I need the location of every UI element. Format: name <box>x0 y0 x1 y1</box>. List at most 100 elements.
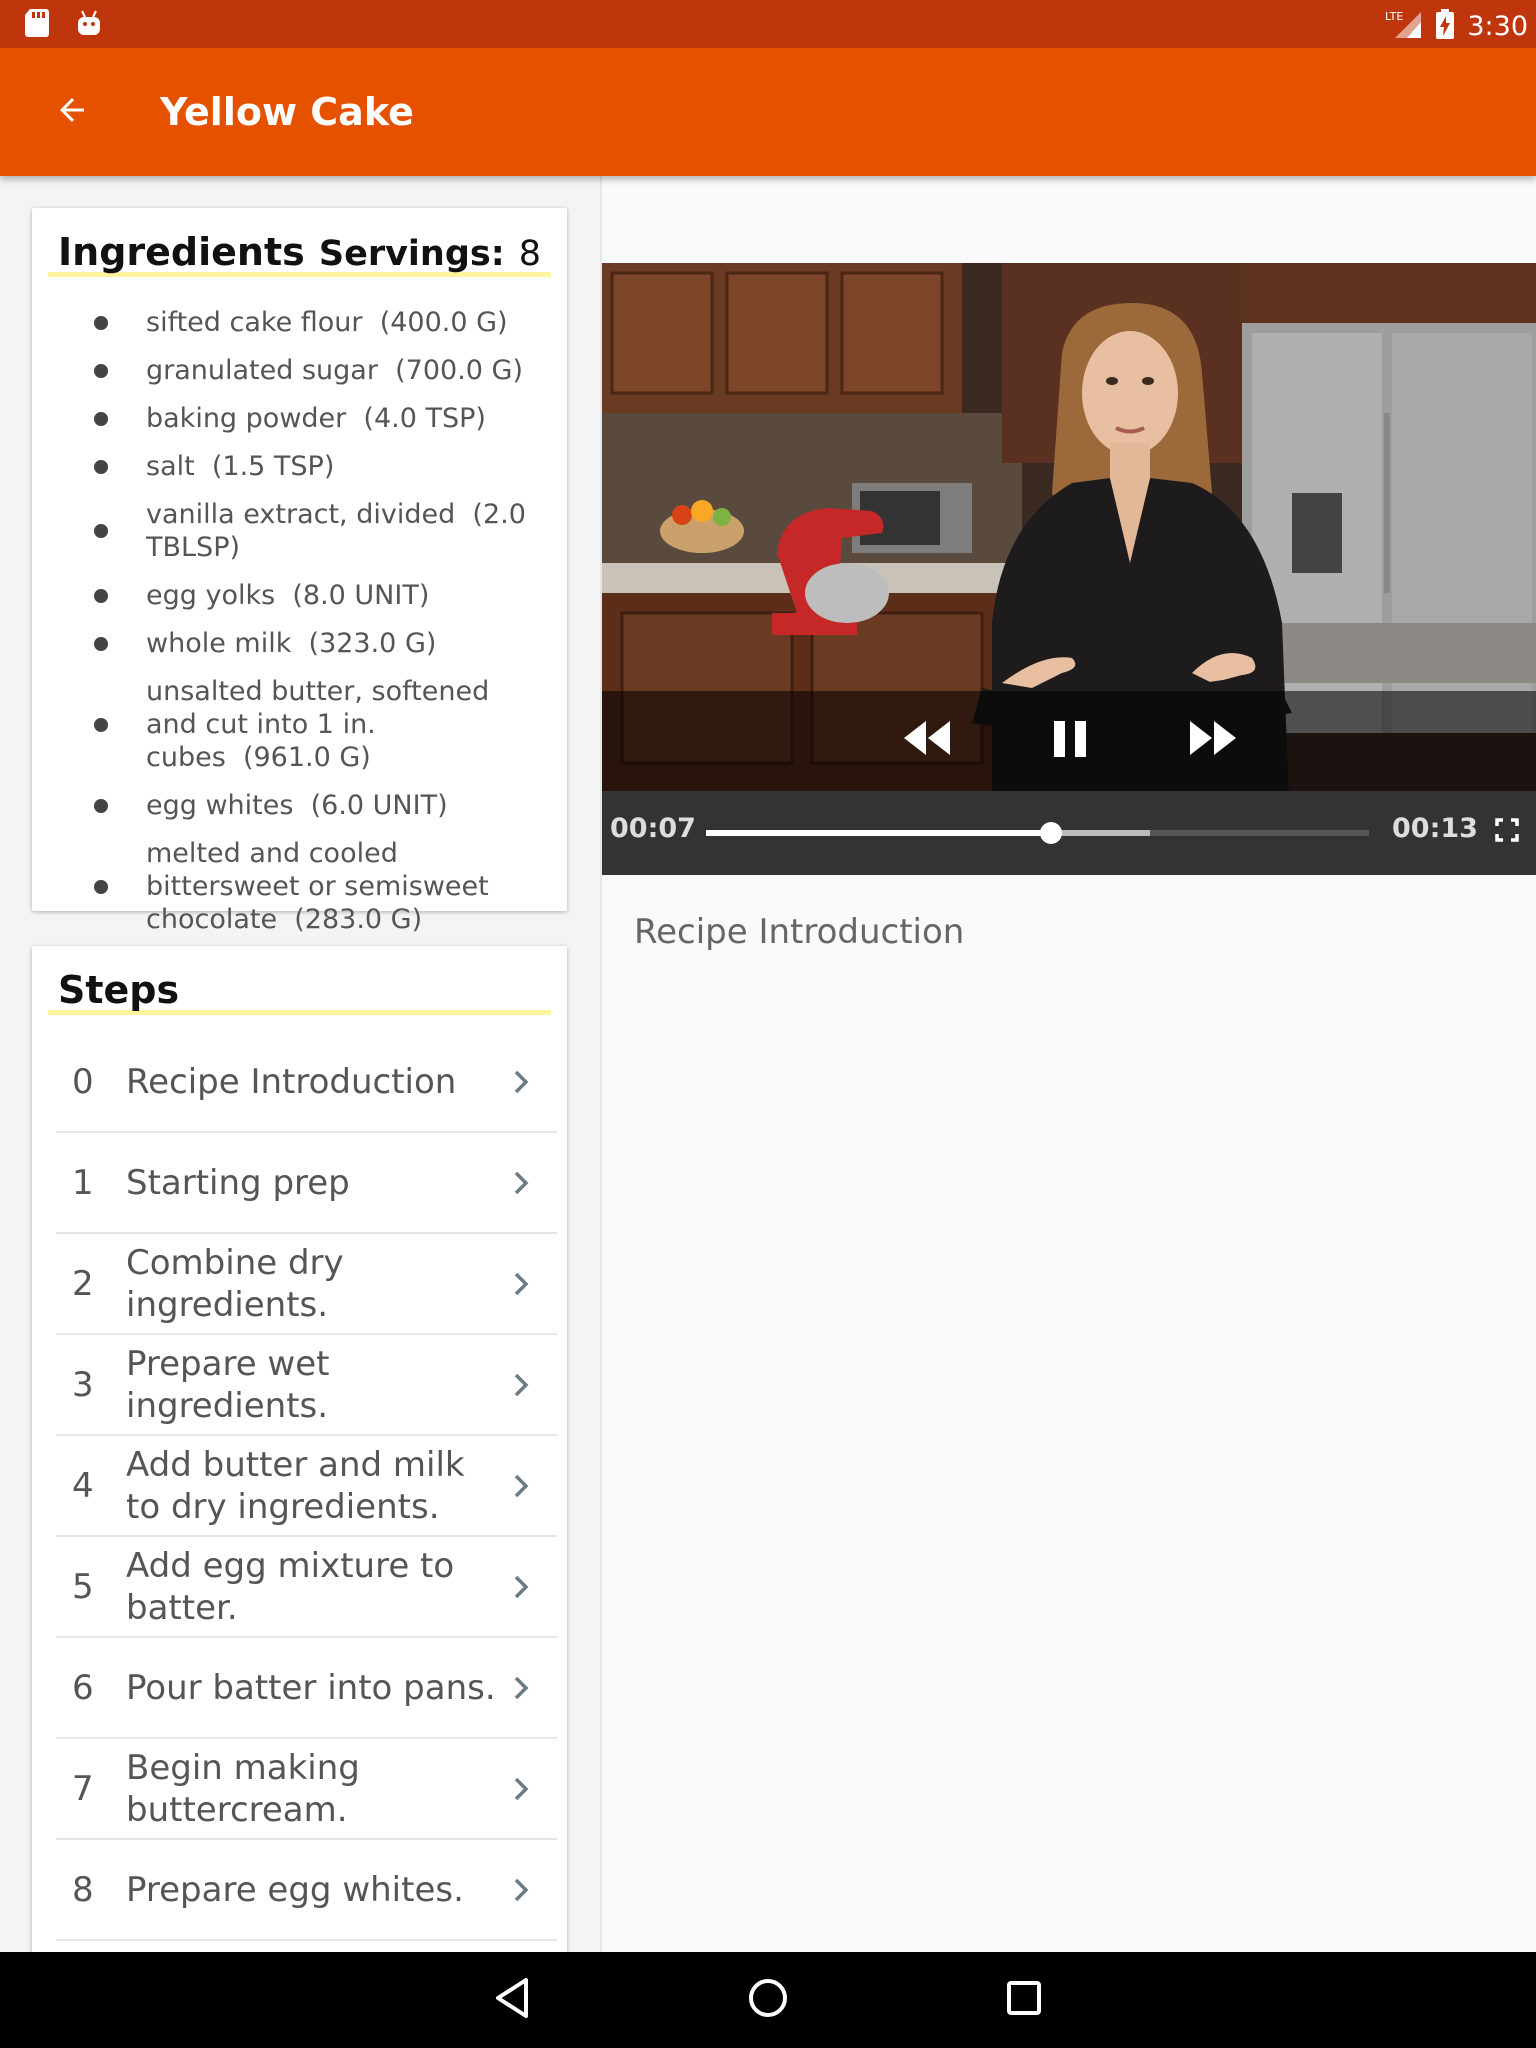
chevron-right-icon <box>511 1371 531 1404</box>
step-label: Add butter and milk to dry ingredients. <box>126 1444 465 1527</box>
step-number: 4 <box>72 1465 94 1506</box>
ingredient-item: egg whites (6.0 UNIT) <box>32 789 567 822</box>
pause-icon <box>1052 721 1088 763</box>
ingredients-title: Ingredients <box>58 230 305 274</box>
player-controls: 00:07 00:13 <box>602 691 1536 875</box>
step-number: 3 <box>72 1364 94 1405</box>
step-label: Begin making buttercream. <box>126 1747 360 1830</box>
step-number: 6 <box>72 1667 94 1708</box>
ingredient-name: baking powder <box>146 403 347 434</box>
nav-recents-button[interactable] <box>1004 1974 1044 2027</box>
fullscreen-button[interactable] <box>1494 817 1520 848</box>
step-number: 9 <box>72 1941 94 1952</box>
step-item[interactable]: 1 Starting prep <box>56 1133 557 1234</box>
step-number: 8 <box>72 1869 94 1910</box>
ingredient-name: salt <box>146 451 195 482</box>
bullet-icon <box>94 879 108 894</box>
home-circle-icon <box>746 1979 790 2026</box>
bullet-icon <box>94 411 108 426</box>
chevron-right-icon <box>511 1876 531 1909</box>
chevron-right-icon <box>511 1169 531 1202</box>
step-label: Prepare wet ingredients. <box>126 1343 330 1426</box>
chevron-right-icon <box>511 1674 531 1707</box>
ingredient-name: vanilla extract, divided <box>146 499 456 530</box>
ingredient-item: salt (1.5 TSP) <box>32 450 567 483</box>
ingredient-name: egg whites <box>146 790 294 821</box>
fast-forward-icon <box>1188 721 1238 761</box>
chevron-right-icon <box>511 1775 531 1808</box>
bullet-icon <box>94 363 108 378</box>
seek-thumb[interactable] <box>1039 822 1062 844</box>
ingredient-quantity: (283.0 G) <box>294 904 423 935</box>
ingredient-quantity: (700.0 G) <box>395 355 523 386</box>
step-item[interactable]: 0 Recipe Introduction <box>56 1032 557 1133</box>
ingredient-list: sifted cake flour (400.0 G) granulated su… <box>32 306 567 951</box>
chevron-right-icon <box>511 1068 531 1101</box>
ingredient-item: whole milk (323.0 G) <box>32 627 567 660</box>
ingredient-name: egg yolks <box>146 580 276 611</box>
fast-forward-button[interactable] <box>1188 719 1238 762</box>
seek-bar[interactable] <box>706 822 1369 844</box>
bullet-icon <box>94 524 108 538</box>
ingredient-item: baking powder (4.0 TSP) <box>32 402 567 435</box>
step-item[interactable]: 7 Begin making buttercream. <box>56 1739 557 1840</box>
bullet-icon <box>94 636 108 651</box>
rewind-icon <box>902 721 952 761</box>
back-button[interactable] <box>44 84 100 140</box>
app-bar: Yellow Cake <box>0 48 1536 176</box>
ingredient-quantity: (6.0 UNIT) <box>310 790 448 821</box>
servings-label: Servings: <box>318 234 505 274</box>
step-item[interactable]: 8 Prepare egg whites. <box>56 1840 557 1941</box>
ingredient-quantity: (8.0 UNIT) <box>292 580 430 611</box>
video-player[interactable]: 00:07 00:13 <box>602 263 1536 875</box>
bullet-icon <box>94 717 108 732</box>
ingredient-item: sifted cake flour (400.0 G) <box>32 306 567 339</box>
step-label: Prepare egg whites. <box>126 1869 464 1910</box>
ingredient-name: whole milk <box>146 628 292 659</box>
transport-controls <box>602 691 1536 791</box>
arrow-back-icon <box>54 92 90 133</box>
steps-title: Steps <box>58 968 180 1012</box>
servings-value: 8 <box>518 234 541 274</box>
signal-icon: LTE <box>1385 8 1423 45</box>
nav-home-button[interactable] <box>746 1974 790 2027</box>
chevron-right-icon <box>511 1270 531 1303</box>
played-bar <box>706 830 1051 836</box>
step-list: 0 Recipe Introduction 1 Starting prep 2 Combi… <box>56 1032 557 1952</box>
step-label: Starting prep <box>126 1162 350 1203</box>
ingredient-item: melted and cooled bittersweet or semiswe… <box>32 837 567 936</box>
ingredient-quantity: (1.5 TSP) <box>211 451 335 482</box>
step-label: Pour batter into pans. <box>126 1667 496 1708</box>
step-item[interactable]: 9 Beat egg whites to <box>56 1941 557 1952</box>
back-triangle-icon <box>492 1978 532 2026</box>
time-bar: 00:07 00:13 <box>602 791 1536 875</box>
bullet-icon <box>94 798 108 813</box>
ingredient-item: unsalted butter, softened and cut into 1… <box>32 675 567 774</box>
step-item[interactable]: 4 Add butter and milk to dry ingredients. <box>56 1436 557 1537</box>
ingredients-header: Ingredients Servings: 8 <box>48 230 551 277</box>
ingredient-name: granulated sugar <box>146 355 378 386</box>
page-title: Yellow Cake <box>160 90 414 134</box>
steps-card: Steps 0 Recipe Introduction 1 Starting prep… <box>32 946 567 1952</box>
fullscreen-icon <box>1494 818 1520 847</box>
step-item[interactable]: 6 Pour batter into pans. <box>56 1638 557 1739</box>
rewind-button[interactable] <box>902 719 952 762</box>
step-number: 7 <box>72 1768 94 1809</box>
bullet-icon <box>94 459 108 474</box>
recents-square-icon <box>1004 1981 1044 2026</box>
recipe-detail-pane[interactable]: Ingredients Servings: 8 sifted cake flour… <box>0 176 600 1952</box>
step-number: 2 <box>72 1263 94 1304</box>
ingredient-item: egg yolks (8.0 UNIT) <box>32 579 567 612</box>
step-number: 0 <box>72 1061 94 1102</box>
bullet-icon <box>94 315 108 330</box>
step-item[interactable]: 2 Combine dry ingredients. <box>56 1234 557 1335</box>
step-number: 1 <box>72 1162 94 1203</box>
nav-back-button[interactable] <box>492 1974 532 2027</box>
step-label: Beat egg whites to <box>126 1941 497 1952</box>
step-number: 5 <box>72 1566 94 1607</box>
pause-button[interactable] <box>1052 719 1088 764</box>
step-item[interactable]: 5 Add egg mixture to batter. <box>56 1537 557 1638</box>
step-item[interactable]: 3 Prepare wet ingredients. <box>56 1335 557 1436</box>
svg-text:LTE: LTE <box>1385 10 1403 23</box>
ingredient-quantity: (323.0 G) <box>308 628 437 659</box>
